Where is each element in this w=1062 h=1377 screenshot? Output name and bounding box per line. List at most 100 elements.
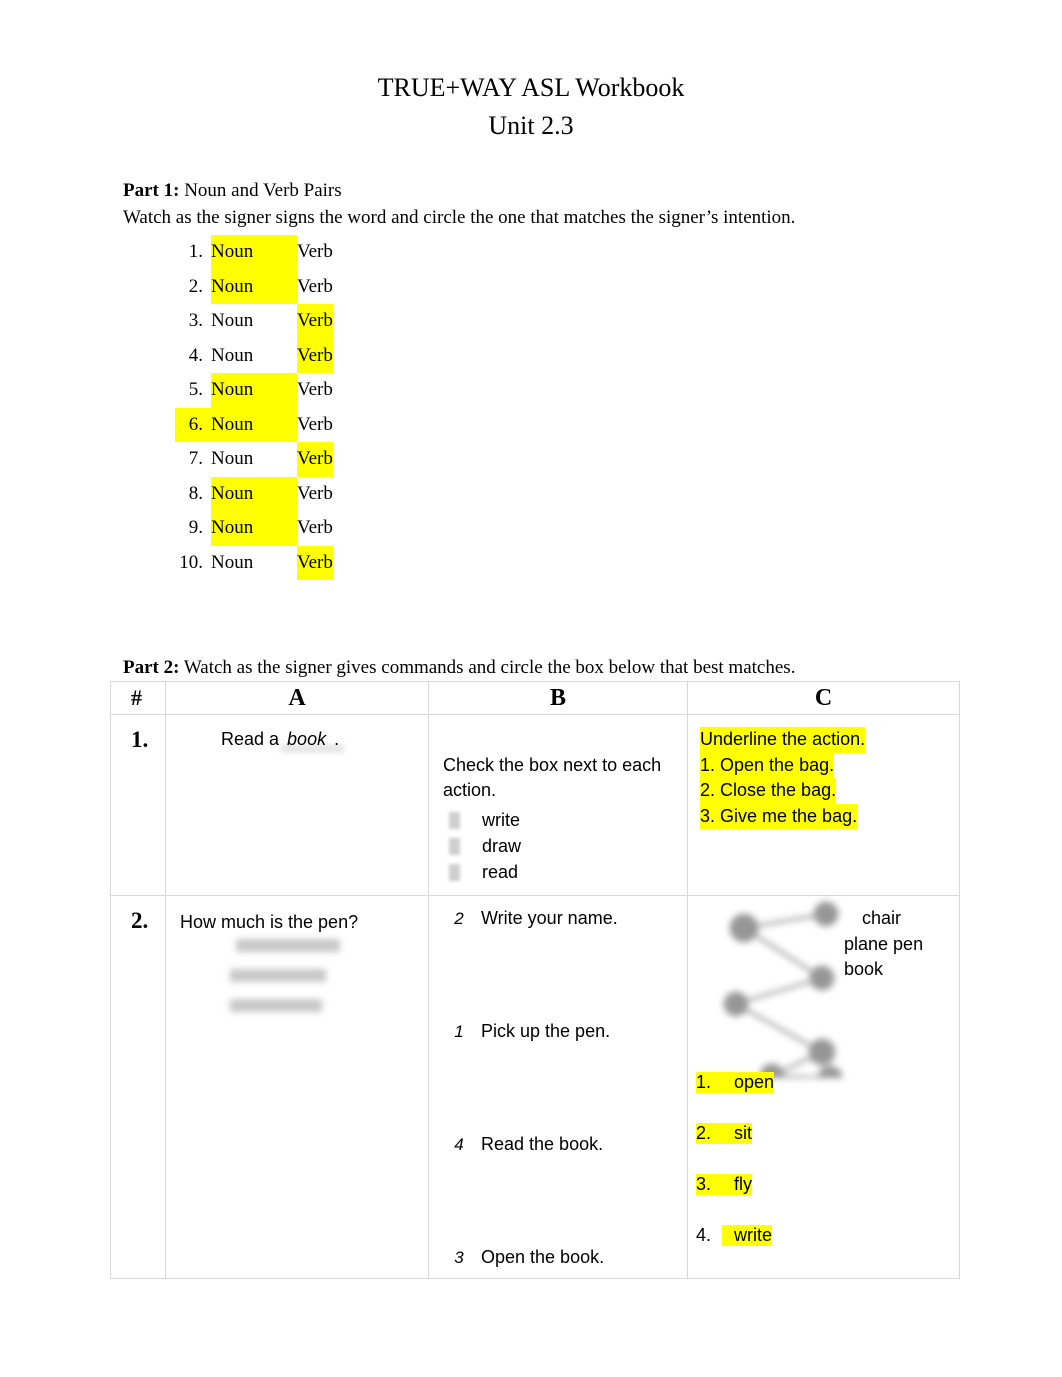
list-item[interactable]: 3. Noun Verb [175, 304, 407, 339]
item-number: 3. [696, 1174, 722, 1195]
list-item[interactable]: 1. open [696, 1072, 775, 1123]
list-item[interactable]: 7. Noun Verb [175, 442, 407, 477]
column-header-num: # [110, 681, 166, 715]
item-number: 4. [188, 344, 203, 366]
option-noun[interactable]: Noun [211, 304, 297, 339]
option-noun[interactable]: Noun [211, 476, 297, 511]
list-item[interactable]: 6. Noun Verb [175, 407, 407, 443]
list-item[interactable]: 2. sit [696, 1123, 774, 1174]
ordering-number[interactable]: 1 [437, 1022, 481, 1042]
list-item[interactable]: 2. Noun Verb [175, 269, 407, 305]
option-verb[interactable]: Verb [297, 477, 333, 512]
option-noun[interactable]: Noun [211, 407, 297, 442]
item-number: 9. [188, 517, 203, 538]
blank-word-book[interactable]: book [283, 729, 330, 749]
option-noun[interactable]: Noun [211, 442, 297, 477]
option-verb[interactable]: Verb [297, 442, 333, 477]
list-item[interactable]: 5. Noun Verb [175, 373, 407, 408]
matching-word[interactable]: plane pen [844, 932, 923, 958]
item-word[interactable]: fly [722, 1174, 752, 1195]
row-number-cell: 2. [110, 895, 166, 1279]
row1-option-c[interactable]: Underline the action. 1. Open the bag. 2… [687, 714, 960, 896]
row1-option-a[interactable]: Read a book. [165, 714, 429, 896]
checkbox-icon[interactable] [449, 837, 460, 855]
checkbox-label: write [482, 809, 521, 830]
table-row: 1. Read a book. Check the box next to eac… [110, 714, 960, 896]
faded-line [230, 969, 326, 982]
ordering-exercise: 2 Write your name. 1 Pick up the pen. 4 Rea… [429, 896, 687, 1278]
option-noun[interactable]: Noun [211, 235, 297, 270]
option-noun[interactable]: Noun [211, 373, 297, 408]
ordering-number[interactable]: 2 [437, 909, 481, 929]
matching-exercise: chair plane pen book 1. open 2. sit 3. f… [688, 896, 960, 1246]
page-title: TRUE+WAY ASL Workbook [377, 73, 685, 102]
option-verb[interactable]: Verb [297, 270, 333, 305]
item-word[interactable]: write [722, 1225, 773, 1246]
ordering-number[interactable]: 3 [437, 1248, 481, 1268]
part1-heading: Part 1: Noun and Verb Pairs [123, 178, 342, 204]
matching-diagram[interactable]: chair plane pen book [688, 896, 960, 1078]
ordering-item[interactable]: 3 Open the book. [437, 1247, 679, 1268]
checkbox-icon[interactable] [449, 811, 460, 829]
option-noun[interactable]: Noun [211, 511, 297, 546]
item-number: 2. [696, 1123, 722, 1144]
checkbox-item[interactable]: write [443, 807, 677, 833]
matching-lines-diagram[interactable] [714, 900, 864, 1078]
part2-label: Part 2: [123, 657, 180, 678]
row-number-cell: 1. [110, 714, 166, 896]
faded-line [230, 999, 322, 1012]
row-number: 1. [131, 727, 149, 752]
row2-option-a[interactable]: How much is the pen? [165, 895, 429, 1279]
option-noun[interactable]: Noun [211, 546, 297, 581]
ordering-text: Open the book. [481, 1247, 605, 1267]
ordering-text: Write your name. [481, 908, 618, 928]
read-a-sentence: Read a book. [166, 715, 428, 750]
option-verb[interactable]: Verb [297, 408, 333, 443]
checkbox-icon[interactable] [449, 863, 460, 881]
read-a-suffix: . [334, 729, 340, 749]
part1-instruction: Watch as the signer signs the word and c… [123, 207, 796, 228]
option-verb[interactable]: Verb [297, 511, 333, 546]
matching-word[interactable]: book [844, 957, 923, 983]
item-word[interactable]: open [722, 1072, 775, 1093]
checkbox-item[interactable]: read [443, 859, 677, 885]
list-item[interactable]: 8. Noun Verb [175, 476, 407, 512]
underline-action-text: 1. Open the bag. [700, 752, 835, 778]
underline-action-text: Underline the action. [700, 727, 866, 753]
row2-option-b[interactable]: 2 Write your name. 1 Pick up the pen. 4 Rea… [428, 895, 688, 1279]
page-subtitle: Unit 2.3 [488, 111, 574, 140]
part2-instruction: Watch as the signer gives commands and c… [183, 657, 796, 678]
item-number: 1. [188, 241, 203, 262]
faded-answer-choices [222, 939, 352, 1012]
list-item[interactable]: 1. Noun Verb [175, 235, 407, 270]
option-noun[interactable]: Noun [211, 269, 297, 304]
list-item[interactable]: 3. fly [696, 1174, 774, 1225]
item-number: 3. [188, 310, 203, 331]
row2-option-c[interactable]: chair plane pen book 1. open 2. sit 3. f… [687, 895, 960, 1279]
ordering-item[interactable]: 2 Write your name. [437, 908, 679, 1021]
option-verb[interactable]: Verb [297, 304, 333, 339]
item-word[interactable]: sit [722, 1123, 752, 1144]
ordering-item[interactable]: 4 Read the book. [437, 1134, 679, 1247]
row1-option-b[interactable]: Check the box next to each action. write… [428, 714, 688, 896]
option-noun[interactable]: Noun [211, 339, 297, 374]
underline-action-block: Underline the action. 1. Open the bag. 2… [688, 715, 959, 839]
faded-line [236, 939, 340, 952]
list-item[interactable]: 4. Noun Verb [175, 338, 407, 374]
column-header-a: A [165, 681, 429, 715]
option-verb[interactable]: Verb [297, 545, 333, 580]
option-verb[interactable]: Verb [297, 235, 333, 270]
ordering-number[interactable]: 4 [437, 1135, 481, 1155]
list-item[interactable]: 9. Noun Verb [175, 511, 407, 546]
ordering-item[interactable]: 1 Pick up the pen. [437, 1021, 679, 1134]
matching-word[interactable]: chair [844, 906, 923, 932]
option-verb[interactable]: Verb [297, 373, 333, 408]
column-header-c: C [687, 681, 960, 715]
pen-question: How much is the pen? [180, 912, 359, 932]
checkbox-item[interactable]: draw [443, 833, 677, 859]
item-number: 1. [696, 1072, 722, 1093]
commands-table: # A B C 1. Read a book. Check the box ne… [110, 681, 960, 1279]
list-item[interactable]: 4. write [696, 1225, 774, 1276]
option-verb[interactable]: Verb [297, 338, 333, 373]
list-item[interactable]: 10. Noun Verb [175, 545, 407, 581]
